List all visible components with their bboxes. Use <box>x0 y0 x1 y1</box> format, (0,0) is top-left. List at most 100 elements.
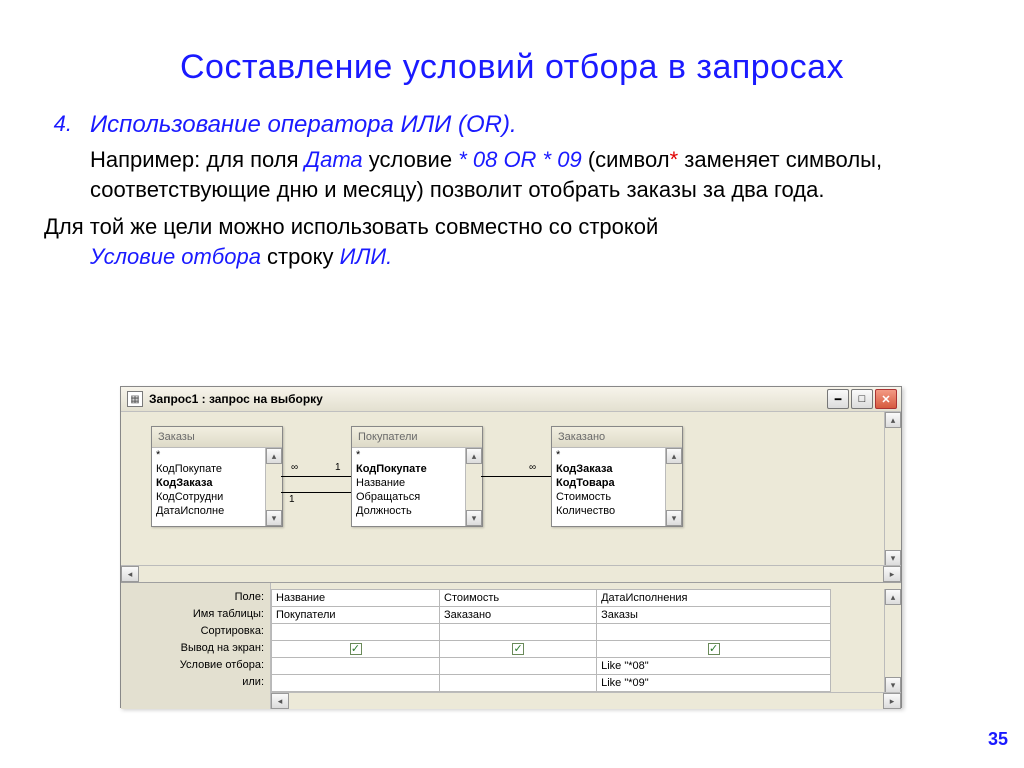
row-label-table: Имя таблицы: <box>121 606 264 623</box>
cell-show[interactable]: ✓ <box>597 641 831 658</box>
relation-one: 1 <box>335 462 341 473</box>
scroll-left-icon[interactable]: ◂ <box>271 693 289 709</box>
scroll-down-icon[interactable]: ▾ <box>885 677 901 693</box>
scroll-down-icon[interactable]: ▾ <box>885 550 901 566</box>
criteria-table[interactable]: Название Стоимость ДатаИсполнения Покупа… <box>271 589 831 692</box>
field[interactable]: КодЗаказа <box>152 476 282 490</box>
window-icon: ▦ <box>127 391 143 407</box>
row-label-sort: Сортировка: <box>121 623 264 640</box>
field[interactable]: КодПокупате <box>152 462 282 476</box>
pane-hscrollbar[interactable]: ◂ ▸ <box>121 565 901 582</box>
scroll-up-icon[interactable]: ▴ <box>666 448 682 464</box>
field[interactable]: * <box>552 448 682 462</box>
cell-field[interactable]: ДатаИсполнения <box>597 590 831 607</box>
field[interactable]: Стоимость <box>552 490 682 504</box>
p1-condition: * 08 OR * 09 <box>458 147 582 172</box>
checkbox-checked-icon[interactable]: ✓ <box>708 643 720 655</box>
table-box-customers[interactable]: Покупатели * КодПокупате Название Обраща… <box>351 426 483 527</box>
cell-criteria[interactable] <box>440 658 597 675</box>
grid-vscrollbar[interactable]: ▴ ▾ <box>884 589 901 693</box>
checkbox-checked-icon[interactable]: ✓ <box>512 643 524 655</box>
field[interactable]: Обращаться <box>352 490 482 504</box>
scroll-up-icon[interactable]: ▴ <box>466 448 482 464</box>
scroll-up-icon[interactable]: ▴ <box>885 589 901 605</box>
qbe-grid: Поле: Имя таблицы: Сортировка: Вывод на … <box>121 583 901 709</box>
p2-a: Для той же цели можно использовать совме… <box>44 214 658 239</box>
relationship-pane[interactable]: Заказы * КодПокупате КодЗаказа КодСотруд… <box>121 412 901 583</box>
cell-or[interactable] <box>272 675 440 692</box>
relation-line <box>281 492 351 493</box>
scroll-down-icon[interactable]: ▾ <box>266 510 282 526</box>
p2-or-word: ИЛИ. <box>340 244 393 269</box>
cell-sort[interactable] <box>272 624 440 641</box>
cell-show[interactable]: ✓ <box>440 641 597 658</box>
table-box-orders[interactable]: Заказы * КодПокупате КодЗаказа КодСотруд… <box>151 426 283 527</box>
cell-show[interactable]: ✓ <box>272 641 440 658</box>
window-title: Запрос1 : запрос на выборку <box>149 392 821 406</box>
table-header-ordered: Заказано <box>552 427 682 448</box>
paragraph-1: Например: для поля Дата условие * 08 OR … <box>44 145 980 204</box>
p1-c: (символ <box>582 147 670 172</box>
relation-many: ∞ <box>529 462 536 473</box>
minimize-button[interactable]: ━ <box>827 389 849 409</box>
row-label-show: Вывод на экран: <box>121 640 264 657</box>
grid-hscrollbar[interactable]: ◂ ▸ <box>271 692 901 709</box>
field[interactable]: * <box>152 448 282 462</box>
p1-b: условие <box>363 147 459 172</box>
list-scrollbar[interactable]: ▴ ▾ <box>465 448 482 526</box>
field[interactable]: Название <box>352 476 482 490</box>
field[interactable]: Количество <box>552 504 682 518</box>
cell-table[interactable]: Заказы <box>597 607 831 624</box>
row-label-field: Поле: <box>121 589 264 606</box>
cell-table[interactable]: Заказано <box>440 607 597 624</box>
p1-a: для поля <box>200 147 304 172</box>
maximize-button[interactable]: □ <box>851 389 873 409</box>
scroll-down-icon[interactable]: ▾ <box>466 510 482 526</box>
cell-sort[interactable] <box>440 624 597 641</box>
cell-field[interactable]: Стоимость <box>440 590 597 607</box>
close-button[interactable]: ✕ <box>875 389 897 409</box>
cell-table[interactable]: Покупатели <box>272 607 440 624</box>
table-header-orders: Заказы <box>152 427 282 448</box>
cell-field[interactable]: Название <box>272 590 440 607</box>
field[interactable]: КодТовара <box>552 476 682 490</box>
list-scrollbar[interactable]: ▴ ▾ <box>665 448 682 526</box>
field[interactable]: КодЗаказа <box>552 462 682 476</box>
relation-one: 1 <box>289 494 295 505</box>
pane-vscrollbar[interactable]: ▴ ▾ <box>884 412 901 566</box>
row-label-or: или: <box>121 674 264 691</box>
cell-or[interactable] <box>440 675 597 692</box>
paragraph-2: Для той же цели можно использовать совме… <box>44 212 980 271</box>
checkbox-checked-icon[interactable]: ✓ <box>350 643 362 655</box>
access-query-window: ▦ Запрос1 : запрос на выборку ━ □ ✕ Зака… <box>120 386 902 708</box>
scroll-right-icon[interactable]: ▸ <box>883 566 901 582</box>
p1-lead: Например: <box>90 147 200 172</box>
scroll-up-icon[interactable]: ▴ <box>885 412 901 428</box>
scroll-up-icon[interactable]: ▴ <box>266 448 282 464</box>
field[interactable]: * <box>352 448 482 462</box>
slide-title: Составление условий отбора в запросах <box>44 48 980 87</box>
field[interactable]: КодСотрудни <box>152 490 282 504</box>
list-scrollbar[interactable]: ▴ ▾ <box>265 448 282 526</box>
list-text: Использование оператора ИЛИ (OR). <box>90 111 517 139</box>
cell-sort[interactable] <box>597 624 831 641</box>
field[interactable]: ДатаИсполне <box>152 504 282 518</box>
page-number: 35 <box>988 729 1008 750</box>
scroll-right-icon[interactable]: ▸ <box>883 693 901 709</box>
relation-line <box>481 476 551 477</box>
p1-star: * <box>670 147 679 172</box>
cell-or[interactable]: Like "*09" <box>597 675 831 692</box>
relation-many: ∞ <box>291 462 298 473</box>
table-box-ordered[interactable]: Заказано * КодЗаказа КодТовара Стоимость… <box>551 426 683 527</box>
p2-criteria-word: Условие отбора <box>90 244 261 269</box>
window-titlebar[interactable]: ▦ Запрос1 : запрос на выборку ━ □ ✕ <box>121 387 901 412</box>
p2-b: строку <box>261 244 340 269</box>
cell-criteria[interactable] <box>272 658 440 675</box>
table-header-customers: Покупатели <box>352 427 482 448</box>
scroll-left-icon[interactable]: ◂ <box>121 566 139 582</box>
field[interactable]: КодПокупате <box>352 462 482 476</box>
scroll-down-icon[interactable]: ▾ <box>666 510 682 526</box>
list-item-4: 4. Использование оператора ИЛИ (OR). <box>44 111 980 139</box>
cell-criteria[interactable]: Like "*08" <box>597 658 831 675</box>
field[interactable]: Должность <box>352 504 482 518</box>
